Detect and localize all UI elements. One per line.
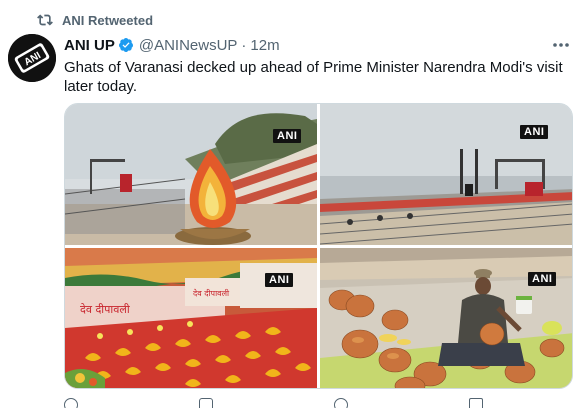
photo-clay-pots[interactable]: ANI	[320, 248, 572, 388]
tweet-header: ANI UP @ANINewsUP · 12m	[64, 35, 280, 55]
retweet-banner: ANI Retweeted	[36, 11, 153, 29]
reply-icon[interactable]	[64, 398, 78, 408]
avatar[interactable]: ANI	[8, 34, 56, 82]
ani-watermark: ANI	[265, 273, 294, 287]
retweet-action-icon[interactable]	[199, 398, 213, 408]
ani-logo: ANI	[8, 34, 56, 82]
verified-badge-icon	[118, 38, 133, 52]
retweet-icon	[37, 14, 53, 26]
ani-watermark: ANI	[520, 125, 549, 139]
tweet-timestamp[interactable]: 12m	[250, 37, 279, 54]
photo-diya-sculpture[interactable]: ANI	[65, 104, 317, 245]
media-grid: ANI ANI देव दीपावली देव दीपावली ANI ANI	[64, 103, 573, 389]
separator-dot: ·	[241, 36, 247, 54]
tweet-text: Ghats of Varanasi decked up ahead of Pri…	[64, 59, 563, 95]
retweeted-by-label[interactable]: ANI Retweeted	[62, 13, 153, 28]
like-icon[interactable]	[334, 398, 348, 408]
author-handle[interactable]: @ANINewsUP	[139, 37, 238, 54]
ani-watermark: ANI	[528, 272, 557, 286]
rangoli-text-right: देव दीपावली	[193, 288, 230, 298]
photo-rangoli-art[interactable]: देव दीपावली देव दीपावली ANI	[65, 248, 317, 388]
photo-river-ghat[interactable]: ANI	[320, 104, 572, 245]
rangoli-text-left: देव दीपावली	[80, 303, 130, 316]
share-icon[interactable]	[469, 398, 483, 408]
tweet-actions	[64, 398, 564, 408]
more-options-icon[interactable]	[551, 38, 571, 52]
author-name[interactable]: ANI UP	[64, 37, 115, 54]
ani-watermark: ANI	[273, 129, 302, 143]
